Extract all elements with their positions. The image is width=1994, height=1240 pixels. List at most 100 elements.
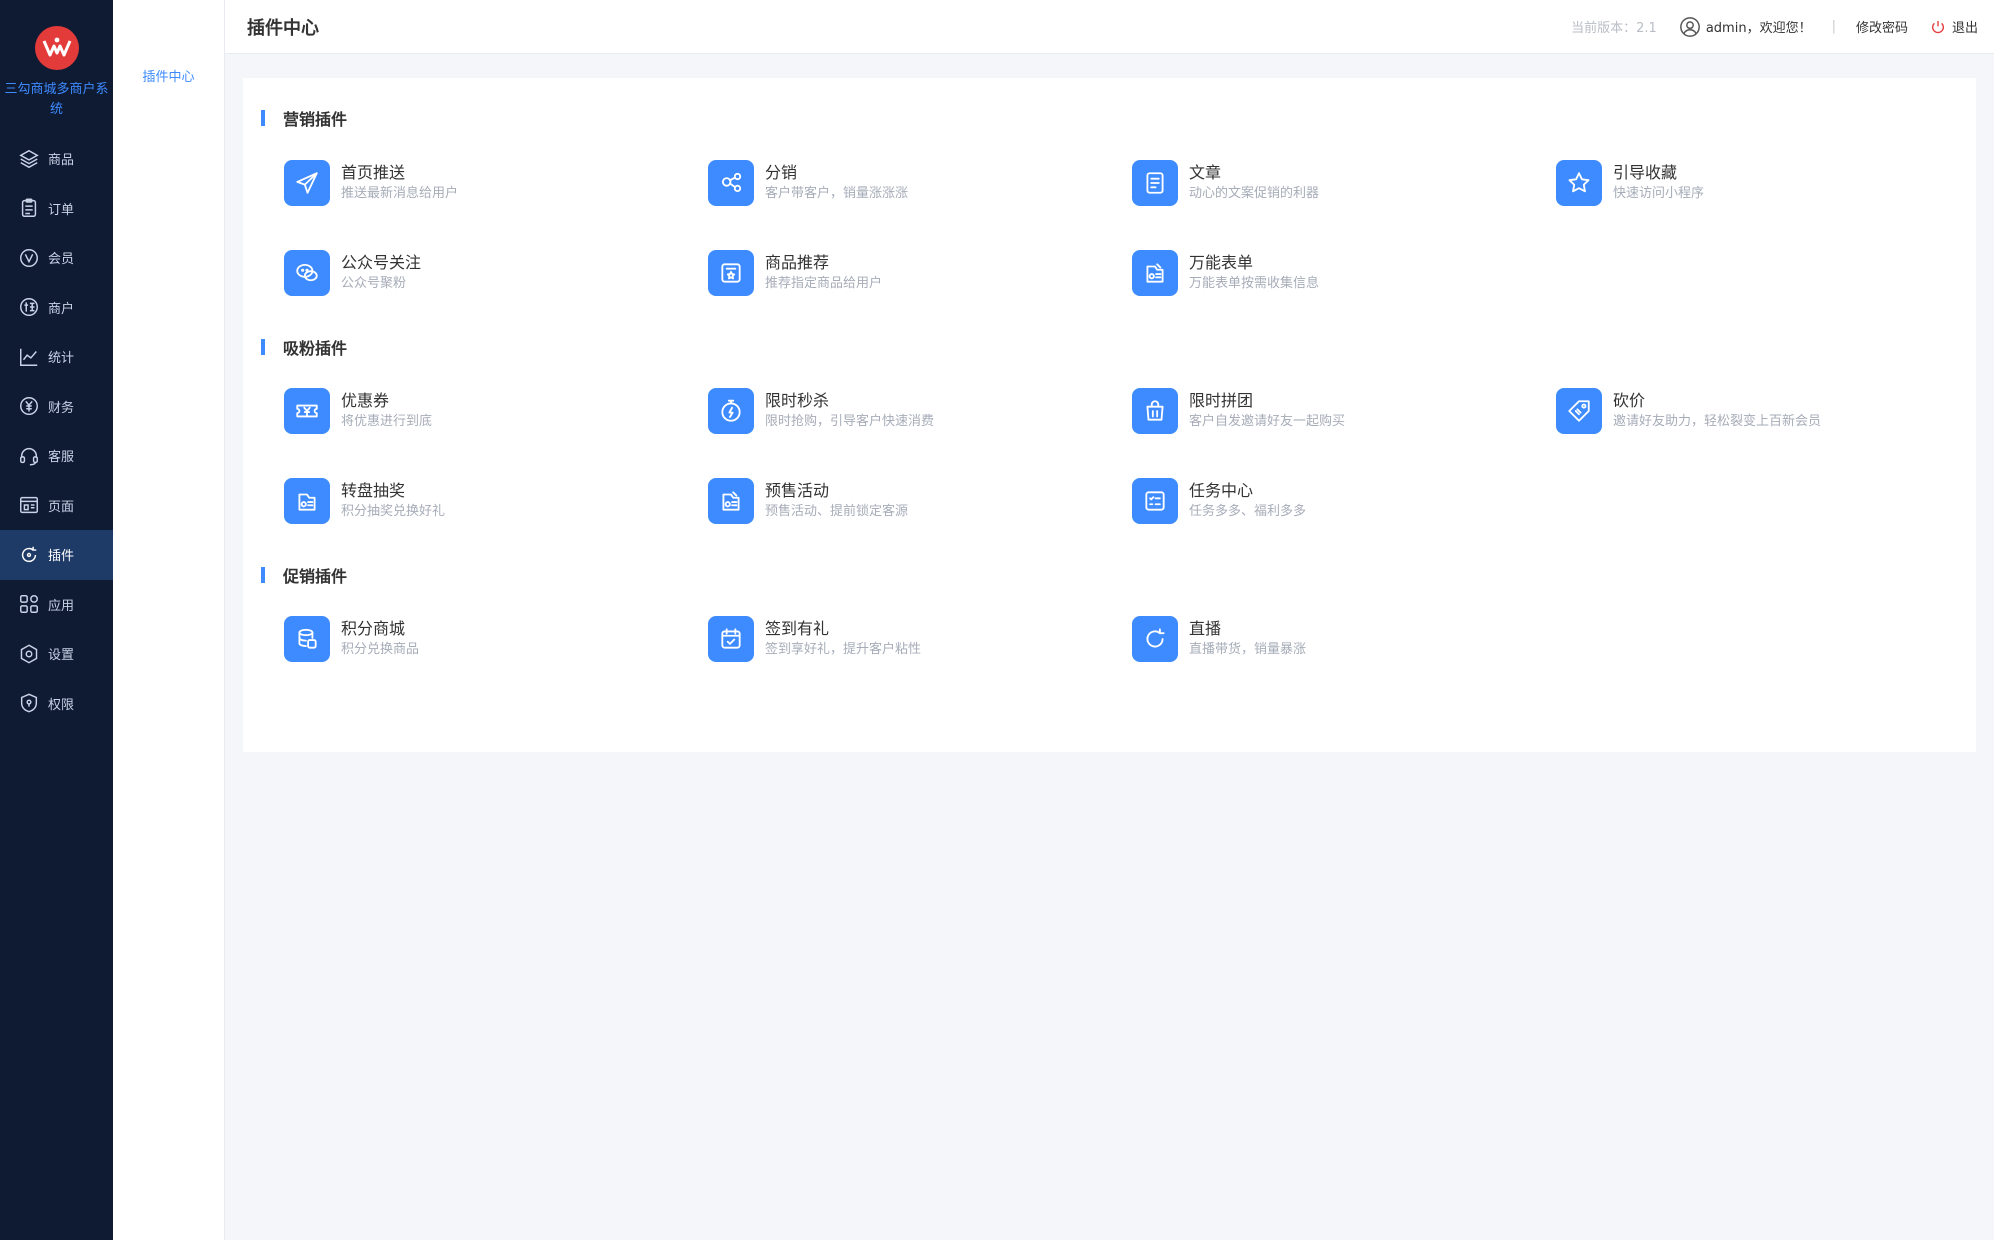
sidebar-item-label: 页面: [48, 499, 75, 515]
user-icon: [1679, 16, 1700, 37]
plugin-name: 限时秒杀: [765, 391, 830, 410]
plugin-desc: 动心的文案促销的利器: [1189, 186, 1320, 201]
plugin-desc: 公众号聚粉: [341, 276, 407, 291]
plugin-name: 直播: [1189, 619, 1222, 638]
plugin-lottery[interactable]: 转盘抽奖 积分抽奖兑换好礼: [284, 456, 708, 546]
brand-area: 三勾商城多商户系统: [0, 0, 113, 130]
brand-logo-icon[interactable]: [34, 26, 79, 70]
logout-label: 退出: [1951, 21, 1978, 36]
plugin-official-account[interactable]: 公众号关注公众号聚粉: [284, 228, 708, 318]
finance-icon: [17, 394, 41, 418]
recommend-icon: [708, 250, 754, 296]
send-icon: [284, 160, 330, 206]
section-marketing: 营销插件 首页推送推送最新消息给用户 分销 客户带客户，销量涨涨涨 文章动心的文案…: [261, 78, 1976, 318]
plugin-desc: 客户自发邀请好友一起购买: [1189, 414, 1346, 429]
sidebar-item-plugins[interactable]: 插件: [0, 530, 113, 580]
plugin-flash-sale[interactable]: 限时秒杀 限时抢购，引导客户快速消费: [708, 366, 1132, 456]
shield-icon: [17, 691, 41, 715]
sidebar-item-permissions[interactable]: 权限: [0, 679, 113, 729]
plugin-sign-in[interactable]: 签到有礼 签到享好礼，提升客户粘性: [708, 594, 1132, 684]
page-title: 插件中心: [247, 17, 319, 39]
change-password-link[interactable]: 修改密码: [1856, 17, 1908, 36]
plugin-name: 文章: [1189, 163, 1222, 182]
logout-button[interactable]: 退出: [1930, 17, 1978, 36]
sidebar-item-label: 设置: [48, 648, 75, 664]
plugin-desc: 积分兑换商品: [341, 642, 420, 657]
page-icon: [17, 493, 41, 517]
tag-icon: [1556, 388, 1602, 434]
plugin-name: 首页推送: [341, 163, 406, 182]
plugin-points-mall[interactable]: 积分商城 积分兑换商品: [284, 594, 708, 684]
plugin-desc: 推送最新消息给用户: [341, 186, 459, 201]
sidebar-item-orders[interactable]: 订单: [0, 184, 113, 234]
sidebar-item-apps[interactable]: 应用: [0, 580, 113, 630]
plugin-live[interactable]: 直播直播带货，销量暴涨: [1132, 594, 1556, 684]
sidebar-item-pages[interactable]: 页面: [0, 481, 113, 531]
plugin-guide-favorite[interactable]: 引导收藏 快速访问小程序: [1556, 138, 1980, 228]
flash-sale-icon: [708, 388, 754, 434]
sidebar-item-service[interactable]: 客服: [0, 431, 113, 481]
sidebar-item-label: 插件: [48, 549, 75, 565]
plugin-distribution[interactable]: 分销 客户带客户，销量涨涨涨: [708, 138, 1132, 228]
section-title: 吸粉插件: [261, 336, 1976, 358]
plugin-name: 优惠券: [341, 391, 390, 410]
main-nav: 商品 订单 会员 商户 统计 财务 客服 页面 插件 应用 设置 权限: [0, 134, 113, 728]
plugin-name: 签到有礼: [765, 619, 830, 638]
plugin-name: 分销: [765, 163, 798, 182]
sidebar-item-label: 应用: [48, 598, 75, 614]
article-icon: [1132, 160, 1178, 206]
gear-icon: [17, 642, 41, 666]
sidebar-item-label: 财务: [48, 400, 75, 416]
sidebar-item-finance[interactable]: 财务: [0, 382, 113, 432]
plugin-name: 商品推荐: [765, 253, 830, 272]
secondary-menu: 插件中心: [113, 0, 225, 1240]
submenu-item-plugin-center[interactable]: 插件中心: [113, 66, 224, 85]
header-actions: 当前版本：2.1 admin，欢迎您！ | 修改密码 退出: [1571, 16, 1978, 38]
wechat-icon: [284, 250, 330, 296]
plugin-group-buy[interactable]: 限时拼团客户自发邀请好友一起购买: [1132, 366, 1556, 456]
plugin-task-center[interactable]: 任务中心任务多多、福利多多: [1132, 456, 1556, 546]
plugin-name: 砍价: [1613, 391, 1646, 410]
sidebar-item-label: 客服: [48, 450, 75, 466]
sidebar-item-suppliers[interactable]: 商户: [0, 283, 113, 333]
plugin-name: 限时拼团: [1189, 391, 1254, 410]
plugin-product-recommend[interactable]: 商品推荐推荐指定商品给用户: [708, 228, 1132, 318]
sidebar-item-members[interactable]: 会员: [0, 233, 113, 283]
sidebar-item-label: 商品: [48, 153, 75, 169]
star-icon: [1556, 160, 1602, 206]
plugin-coupon[interactable]: 优惠券 将优惠进行到底: [284, 366, 708, 456]
points-icon: [284, 616, 330, 662]
plugin-name: 公众号关注: [341, 253, 422, 272]
sidebar-item-goods[interactable]: 商品: [0, 134, 113, 184]
section-title: 营销插件: [261, 107, 1976, 129]
plugin-icon: [17, 543, 41, 567]
plugin-name: 预售活动: [765, 481, 830, 500]
lottery-icon: [284, 478, 330, 524]
plugin-article[interactable]: 文章动心的文案促销的利器: [1132, 138, 1556, 228]
plugin-name: 引导收藏: [1613, 163, 1678, 182]
plugin-home-push[interactable]: 首页推送推送最新消息给用户: [284, 138, 708, 228]
sidebar-item-label: 订单: [48, 202, 75, 218]
apps-icon: [17, 592, 41, 616]
member-v-icon: [17, 246, 41, 270]
plugin-desc: 推荐指定商品给用户: [765, 276, 883, 291]
form-icon: [1132, 250, 1178, 296]
plugin-desc: 任务多多、福利多多: [1189, 504, 1307, 519]
sidebar-item-statistics[interactable]: 统计: [0, 332, 113, 382]
live-icon: [1132, 616, 1178, 662]
plugin-presale[interactable]: 预售活动预售活动、提前锁定客源: [708, 456, 1132, 546]
plugin-desc: 预售活动、提前锁定客源: [765, 504, 909, 519]
user-menu[interactable]: admin，欢迎您！: [1679, 16, 1812, 38]
plugin-desc: 直播带货，销量暴涨: [1189, 642, 1307, 657]
plugin-bargain[interactable]: 砍价 邀请好友助力，轻松裂变上百新会员: [1556, 366, 1980, 456]
plugin-name: 任务中心: [1189, 481, 1254, 500]
coupon-icon: [284, 388, 330, 434]
sidebar-item-label: 商户: [48, 301, 75, 317]
plugin-universal-form[interactable]: 万能表单 万能表单按需收集信息: [1132, 228, 1556, 318]
sidebar-item-label: 会员: [48, 252, 75, 268]
calendar-check-icon: [708, 616, 754, 662]
power-icon: [1932, 20, 1944, 33]
layers-icon: [17, 147, 41, 171]
sidebar-item-settings[interactable]: 设置: [0, 629, 113, 679]
brand-name: 三勾商城多商户系统: [4, 82, 109, 117]
